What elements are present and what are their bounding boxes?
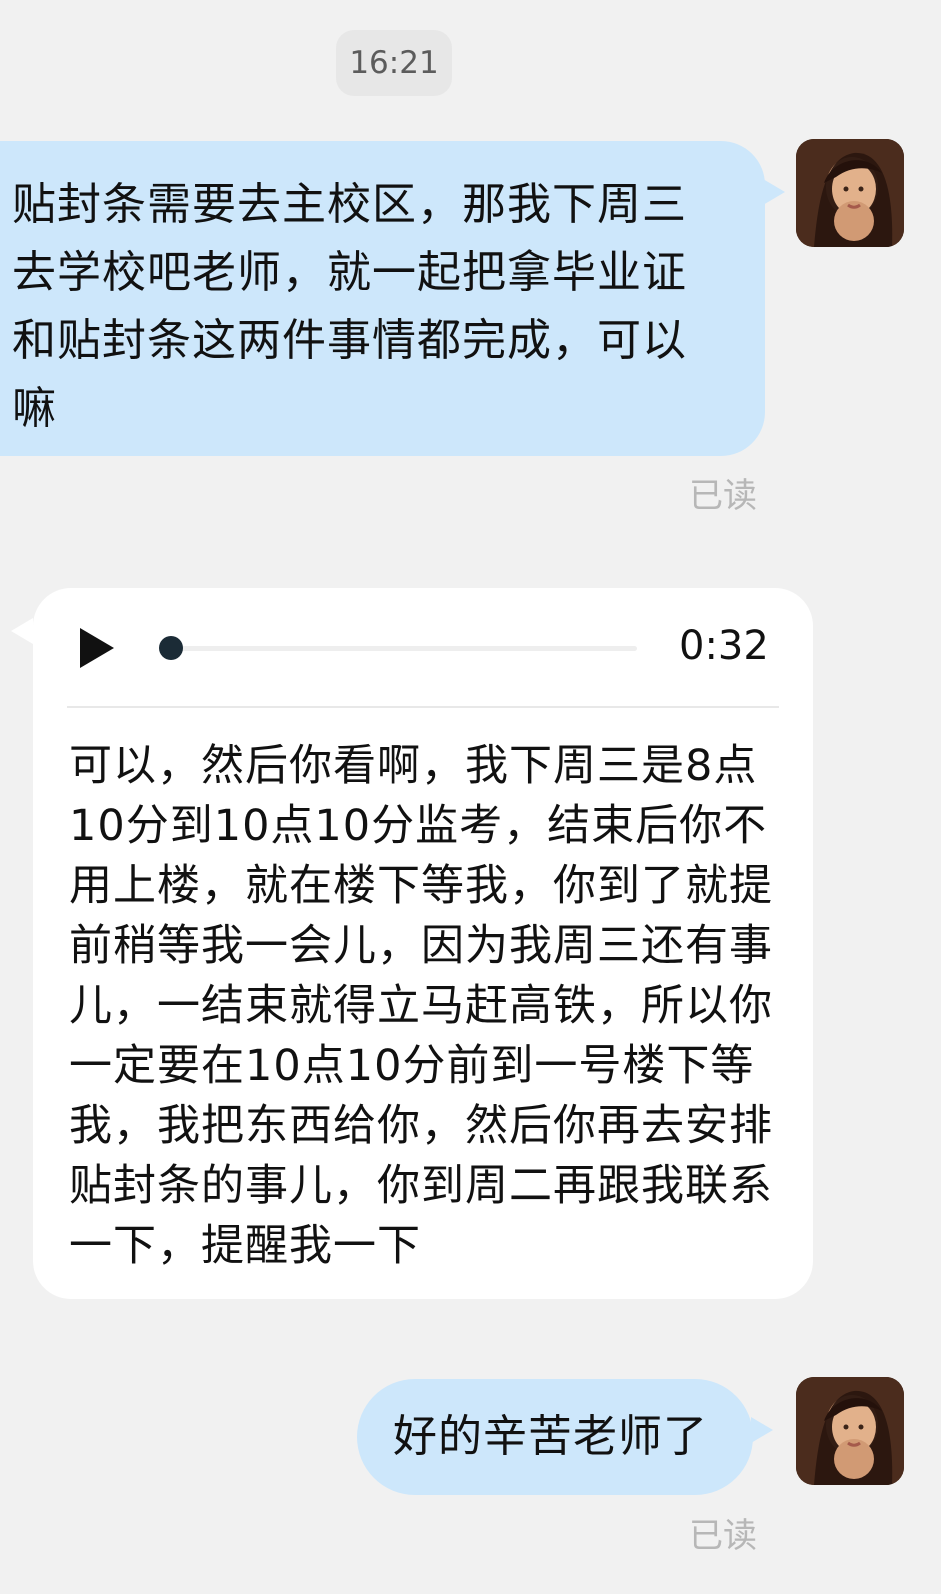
voice-divider	[67, 706, 779, 708]
incoming-voice-message[interactable]: 0:32 可以，然后你看啊，我下周三是8点10分到10点10分监考，结束后你不用…	[11, 588, 813, 1299]
voice-transcript: 可以，然后你看啊，我下周三是8点10分到10点10分监考，结束后你不用上楼，就在…	[69, 741, 773, 1271]
message-timestamp: 16:21	[336, 30, 452, 96]
avatar-photo	[796, 1377, 904, 1485]
play-icon[interactable]	[80, 628, 114, 668]
user-avatar[interactable]	[796, 139, 904, 247]
voice-duration: 0:32	[679, 623, 769, 669]
voice-progress-knob[interactable]	[159, 636, 183, 660]
voice-progress-track[interactable]	[171, 646, 637, 651]
outgoing-message-bubble[interactable]: 贴封条需要去主校区，那我下周三去学校吧老师，就一起把拿毕业证和贴封条这两件事情都…	[0, 141, 785, 456]
outgoing-message-bubble[interactable]: 好的辛苦老师了	[357, 1379, 773, 1495]
avatar-photo	[796, 139, 904, 247]
read-status: 已读	[689, 1516, 757, 1556]
read-status: 已读	[689, 476, 757, 516]
user-avatar[interactable]	[796, 1377, 904, 1485]
